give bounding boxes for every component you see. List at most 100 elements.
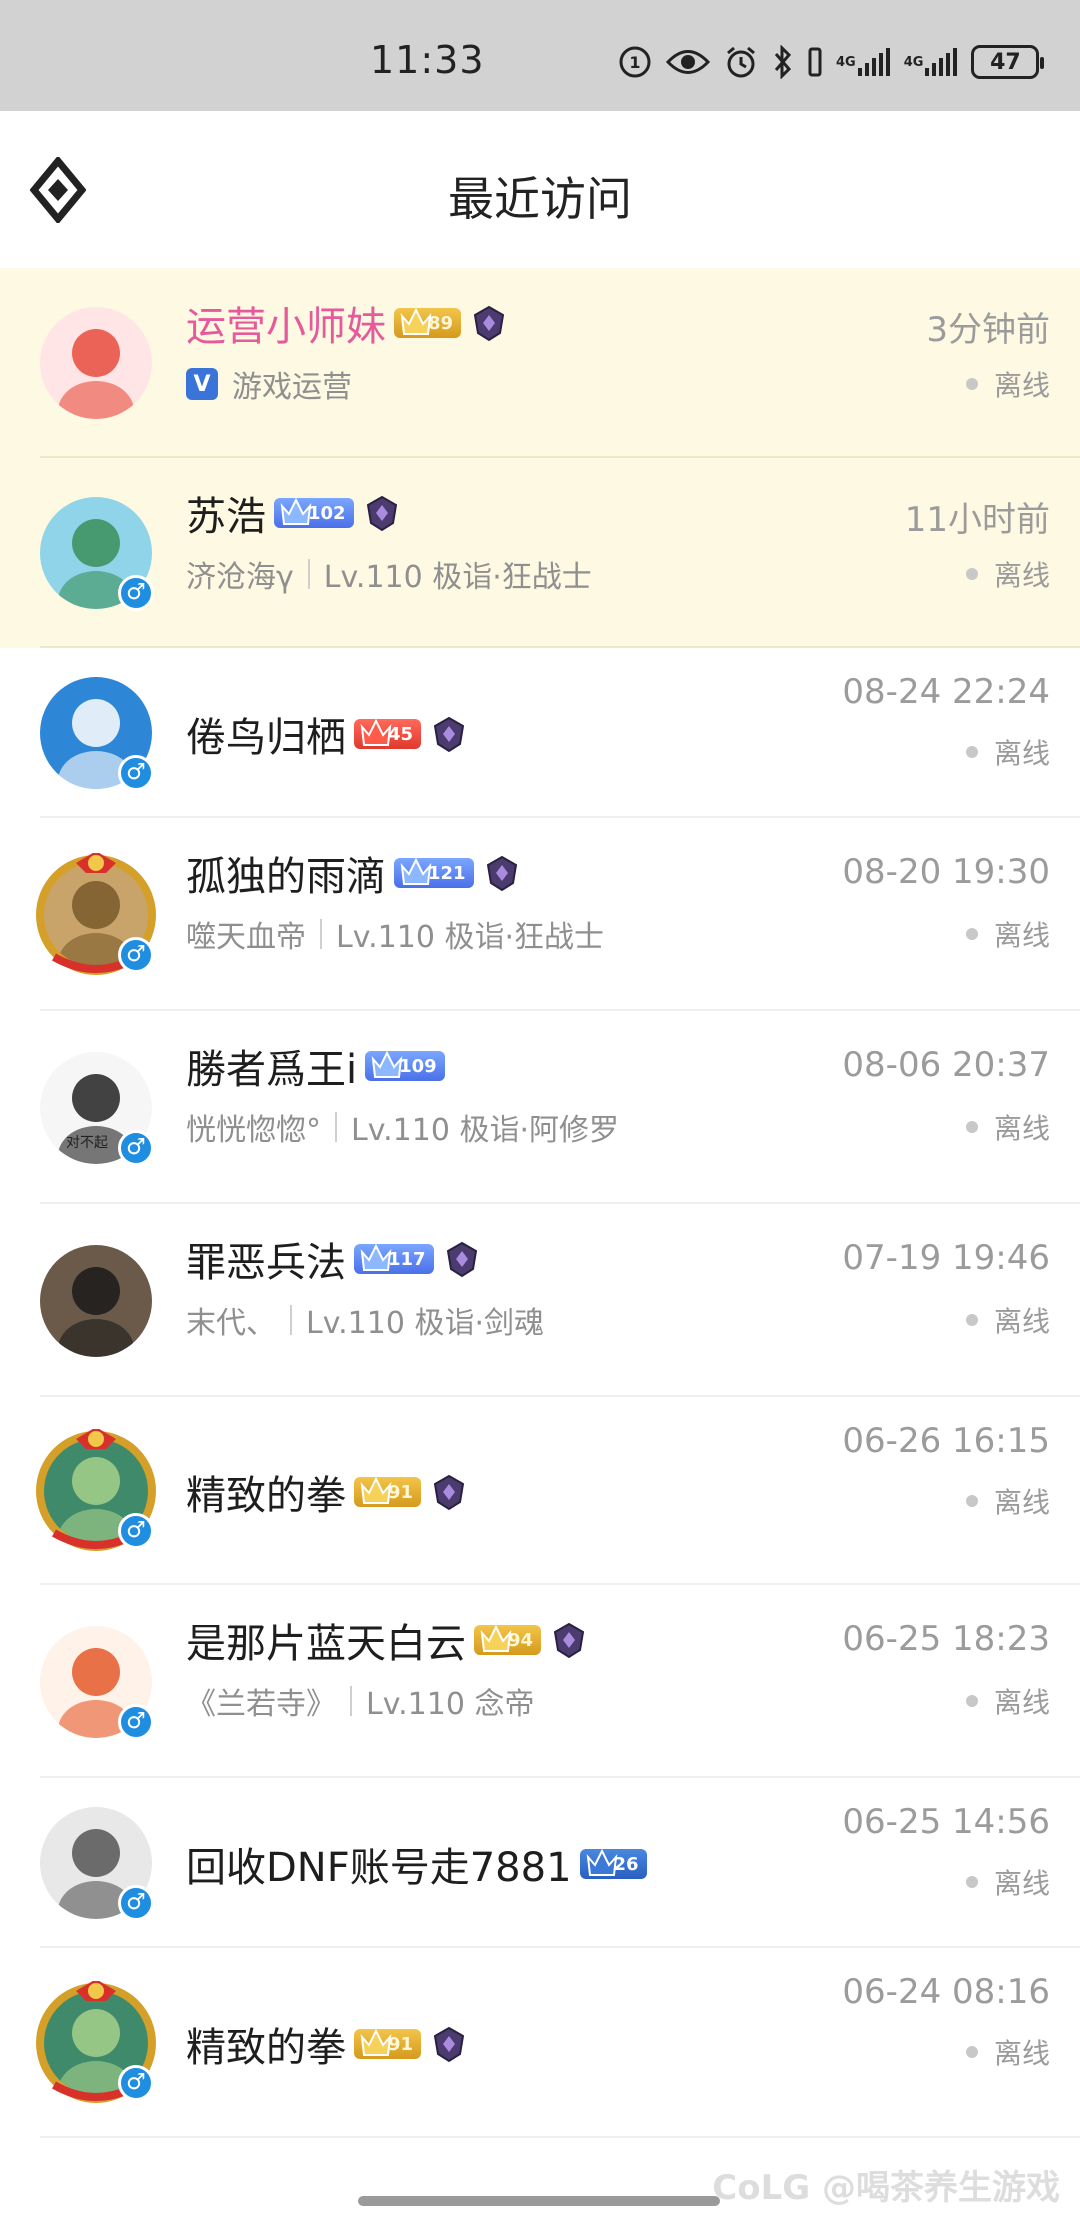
visitor-name[interactable]: 运营小师妹: [186, 294, 386, 352]
status-time: 11:33: [370, 38, 485, 82]
online-status: 离线: [965, 1481, 1050, 1521]
level-crown-icon: [400, 857, 432, 885]
online-status: 离线: [965, 2032, 1050, 2072]
name-line: 是那片蓝天白云 94: [186, 1611, 589, 1669]
visitor-list: 运营小师妹 89 V 游戏运营 3分钟前 离线 ♂ 苏浩 102 济沧海γ Lv.110 极诣·狂战…: [0, 268, 1080, 2138]
visitor-name[interactable]: 精致的拳: [186, 1463, 346, 1521]
page-header: 最近访问: [0, 111, 1080, 268]
row-divider: [40, 2136, 1080, 2138]
visitor-row[interactable]: ♂ 倦鸟归栖 45 08-24 22:24 离线: [0, 648, 1080, 818]
level-crown-icon: [371, 1050, 403, 1078]
visitor-name[interactable]: 孤独的雨滴: [186, 844, 386, 902]
visitor-row[interactable]: 对不起 ♂ 勝者爲王i 109 恍恍惚惚° Lv.110 极诣·阿修罗 08-06 20:3…: [0, 1011, 1080, 1204]
online-status: 离线: [965, 364, 1050, 404]
status-dot-icon: [965, 1876, 978, 1888]
guild-or-title: 末代、: [186, 1306, 276, 1341]
name-line: 倦鸟归栖 45: [186, 705, 469, 763]
visitor-name[interactable]: 回收DNF账号走7881: [186, 1835, 572, 1893]
name-line: 勝者爲王i 109: [186, 1037, 445, 1095]
sub-divider: [320, 919, 322, 949]
status-dot-icon: [965, 1121, 978, 1133]
level-badge: 94: [474, 1624, 542, 1655]
character-info: Lv.110 极诣·阿修罗: [351, 1113, 620, 1148]
eye-icon: [666, 47, 710, 77]
visitor-row[interactable]: ♂ 回收DNF账号走7881 26 06-25 14:56 离线: [0, 1778, 1080, 1948]
sub-line: 《兰若寺》 Lv.110 念帝: [186, 1679, 534, 1723]
bluetooth-icon: [772, 45, 794, 79]
visitor-name[interactable]: 苏浩: [186, 484, 266, 542]
visit-time: 08-20 19:30: [842, 852, 1050, 892]
rank-emblem-icon: [442, 1239, 482, 1279]
visitor-row[interactable]: ♂ 是那片蓝天白云 94 《兰若寺》 Lv.110 念帝 06-25 18:23 离线: [0, 1585, 1080, 1778]
page-title: 最近访问: [448, 172, 632, 226]
male-gender-icon: ♂: [118, 1129, 154, 1166]
name-line: 精致的拳 91: [186, 1463, 469, 1521]
avatar[interactable]: [40, 1244, 152, 1357]
status-text: 离线: [993, 1867, 1050, 1900]
avatar-image: [40, 1244, 152, 1357]
rank-emblem-icon: [549, 1620, 589, 1660]
rank-emblem-icon: [429, 2024, 469, 2064]
level-badge: 89: [394, 307, 462, 338]
avatar[interactable]: [40, 307, 152, 419]
name-line: 精致的拳 91: [186, 2015, 469, 2073]
signal-1-icon: 4G: [836, 48, 890, 76]
sim-icon: 1: [618, 45, 652, 79]
status-text: 离线: [993, 737, 1050, 770]
rank-emblem-icon: [482, 853, 522, 893]
visitor-name[interactable]: 倦鸟归栖: [186, 705, 346, 763]
guild-or-title: 《兰若寺》: [186, 1687, 336, 1722]
visitor-name[interactable]: 罪恶兵法: [186, 1230, 346, 1288]
visitor-row[interactable]: ♂ 孤独的雨滴 121 噬天血帝 Lv.110 极诣·狂战士 08-20 19:30 离线: [0, 818, 1080, 1011]
visitor-row[interactable]: 运营小师妹 89 V 游戏运营 3分钟前 离线: [0, 268, 1080, 458]
level-badge: 117: [354, 1243, 434, 1274]
visitor-row[interactable]: 罪恶兵法 117 末代、 Lv.110 极诣·剑魂 07-19 19:46 离线: [0, 1204, 1080, 1397]
guild-or-title: 游戏运营: [232, 370, 352, 405]
rank-emblem-icon: [429, 1472, 469, 1512]
status-text: 离线: [993, 559, 1050, 592]
name-line: 罪恶兵法 117: [186, 1230, 482, 1288]
name-line: 回收DNF账号走7881 26: [186, 1835, 647, 1893]
character-info: Lv.110 极诣·剑魂: [306, 1306, 545, 1341]
visit-time: 11小时前: [904, 500, 1050, 540]
visitor-row[interactable]: ♂ 苏浩 102 济沧海γ Lv.110 极诣·狂战士 11小时前 离线: [0, 458, 1080, 648]
visit-time: 08-24 22:24: [842, 672, 1050, 712]
level-crown-icon: [360, 718, 392, 746]
online-status: 离线: [965, 914, 1050, 954]
online-status: 离线: [965, 1681, 1050, 1721]
rank-emblem-icon: [429, 714, 469, 754]
sub-line: 噬天血帝 Lv.110 极诣·狂战士: [186, 912, 604, 956]
signal-2-icon: 4G: [904, 48, 958, 76]
rank-emblem-icon: [469, 303, 509, 343]
visitor-name[interactable]: 勝者爲王i: [186, 1037, 357, 1095]
status-dot-icon: [965, 568, 978, 580]
online-status: 离线: [965, 1300, 1050, 1340]
level-crown-icon: [480, 1624, 512, 1652]
status-dot-icon: [965, 928, 978, 940]
avatar-caption: 对不起: [66, 1134, 108, 1151]
name-line: 运营小师妹 89: [186, 294, 509, 352]
sub-line: V 游戏运营: [186, 362, 352, 406]
status-text: 离线: [993, 369, 1050, 402]
sub-divider: [350, 1686, 352, 1716]
home-indicator[interactable]: [358, 2196, 720, 2206]
level-crown-icon: [360, 1476, 392, 1504]
visitor-row[interactable]: ♂ 精致的拳 91 06-24 08:16 离线: [0, 1948, 1080, 2138]
level-badge: 109: [365, 1050, 445, 1081]
level-crown-icon: [400, 307, 432, 335]
status-text: 离线: [993, 919, 1050, 952]
visitor-row[interactable]: ♂ 精致的拳 91 06-26 16:15 离线: [0, 1397, 1080, 1585]
visit-time: 07-19 19:46: [842, 1238, 1050, 1278]
visitor-name[interactable]: 是那片蓝天白云: [186, 1611, 466, 1669]
character-info: Lv.110 极诣·狂战士: [336, 920, 605, 955]
rank-emblem-icon: [362, 493, 402, 533]
level-crown-icon: [360, 1243, 392, 1271]
official-verified-icon: V: [186, 368, 218, 400]
visit-time: 08-06 20:37: [842, 1045, 1050, 1085]
visit-time: 06-25 18:23: [842, 1619, 1050, 1659]
sub-divider: [290, 1305, 292, 1335]
status-dot-icon: [965, 1495, 978, 1507]
male-gender-icon: ♂: [118, 2065, 154, 2101]
svg-text:1: 1: [629, 53, 640, 72]
visitor-name[interactable]: 精致的拳: [186, 2015, 346, 2073]
